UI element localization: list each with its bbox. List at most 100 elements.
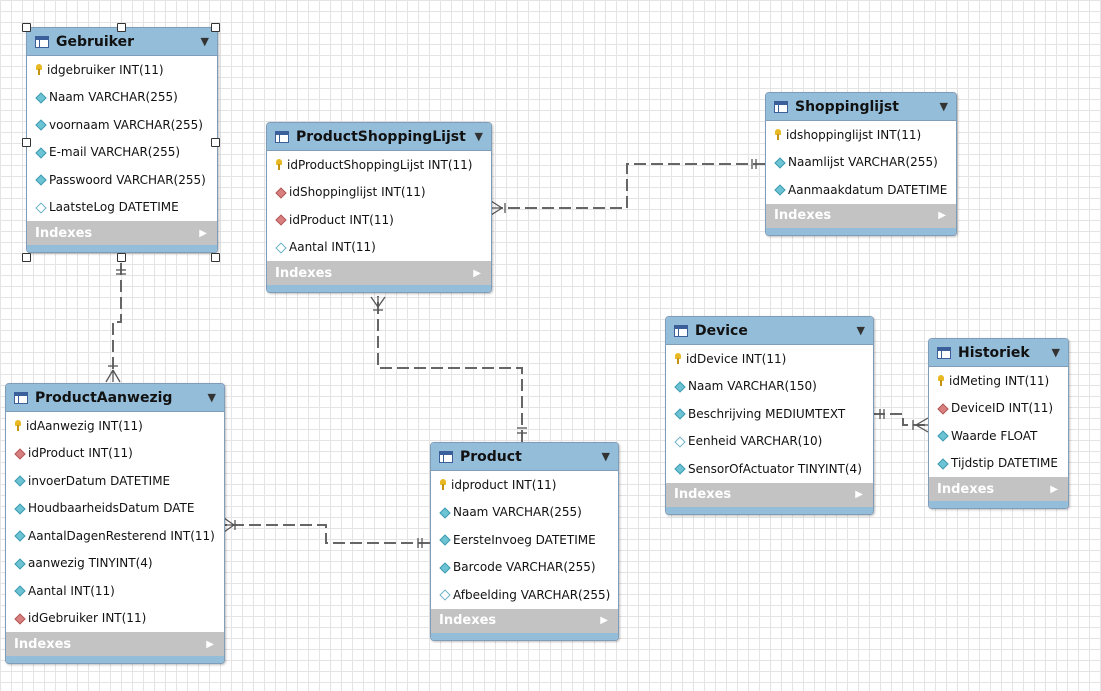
expand-arrow-icon[interactable]: ▶ <box>855 489 863 500</box>
indexes-section[interactable]: Indexes ▶ <box>6 632 224 656</box>
table-header[interactable]: Shoppinglijst ▼ <box>766 93 956 121</box>
table-column[interactable]: idMeting INT(11) <box>929 367 1068 395</box>
collapse-toggle-icon[interactable]: ▼ <box>475 130 483 143</box>
table-column[interactable]: idDevice INT(11) <box>666 345 873 373</box>
table-column[interactable]: Aantal INT(11) <box>6 577 224 605</box>
table-header[interactable]: Gebruiker ▼ <box>27 28 217 56</box>
table-column[interactable]: idProduct INT(11) <box>6 440 224 468</box>
collapse-toggle-icon[interactable]: ▼ <box>201 35 209 48</box>
table-column[interactable]: idproduct INT(11) <box>431 471 618 499</box>
table-column[interactable]: Naam VARCHAR(150) <box>666 373 873 401</box>
collapse-toggle-icon[interactable]: ▼ <box>1052 346 1060 359</box>
table-column[interactable]: EersteInvoeg DATETIME <box>431 526 618 554</box>
relationship-line[interactable] <box>500 163 765 209</box>
table-column[interactable]: voornaam VARCHAR(255) <box>27 111 217 139</box>
resize-handle[interactable] <box>211 23 220 32</box>
table-column[interactable]: LaatsteLog DATETIME <box>27 194 217 222</box>
indexes-label: Indexes <box>14 636 72 652</box>
table-productshoppinglijst[interactable]: ProductShoppingLijst ▼ idProductShoppingLi… <box>266 122 492 293</box>
table-product[interactable]: Product ▼ idproduct INT(11) Naam VARCHAR(25… <box>430 442 619 641</box>
column-label: SensorOfActuator TINYINT(4) <box>688 461 862 476</box>
table-column[interactable]: idgebruiker INT(11) <box>27 56 217 84</box>
expand-arrow-icon[interactable]: ▶ <box>199 228 207 239</box>
table-productaanwezig[interactable]: ProductAanwezig ▼ idAanwezig INT(11) idProd… <box>5 383 225 664</box>
indexes-section[interactable]: Indexes ▶ <box>267 261 491 285</box>
table-header[interactable]: Device ▼ <box>666 317 873 345</box>
table-header[interactable]: ProductShoppingLijst ▼ <box>267 123 491 151</box>
not-null-column-icon <box>674 408 685 419</box>
column-label: idAanwezig INT(11) <box>26 418 143 433</box>
column-label: idgebruiker INT(11) <box>47 62 164 77</box>
resize-handle[interactable] <box>22 253 31 262</box>
collapse-toggle-icon[interactable]: ▼ <box>940 100 948 113</box>
table-column[interactable]: idAanwezig INT(11) <box>6 412 224 440</box>
table-column[interactable]: Aantal INT(11) <box>267 234 491 262</box>
table-column[interactable]: idshoppinglijst INT(11) <box>766 121 956 149</box>
table-column[interactable]: invoerDatum DATETIME <box>6 467 224 495</box>
collapse-toggle-icon[interactable]: ▼ <box>602 450 610 463</box>
table-column[interactable]: HoudbaarheidsDatum DATE <box>6 495 224 523</box>
table-column[interactable]: Naam VARCHAR(255) <box>27 84 217 112</box>
table-header[interactable]: ProductAanwezig ▼ <box>6 384 224 412</box>
table-column[interactable]: idShoppinglijst INT(11) <box>267 179 491 207</box>
expand-arrow-icon[interactable]: ▶ <box>473 268 481 279</box>
nullable-column-icon <box>275 242 286 253</box>
indexes-section[interactable]: Indexes ▶ <box>431 608 618 633</box>
resize-handle[interactable] <box>211 253 220 262</box>
column-label: Barcode VARCHAR(255) <box>453 560 596 575</box>
table-column[interactable]: Passwoord VARCHAR(255) <box>27 166 217 194</box>
relationship-line[interactable] <box>377 296 523 442</box>
table-icon <box>937 346 951 359</box>
table-column[interactable]: SensorOfActuator TINYINT(4) <box>666 455 873 483</box>
indexes-section[interactable]: Indexes ▶ <box>27 221 217 245</box>
resize-handle[interactable] <box>22 23 31 32</box>
table-column[interactable]: Aanmaakdatum DATETIME <box>766 176 956 204</box>
table-header[interactable]: Historiek ▼ <box>929 339 1068 367</box>
table-column[interactable]: Tijdstip DATETIME <box>929 450 1068 478</box>
resize-handle[interactable] <box>117 23 126 32</box>
resize-handle[interactable] <box>211 138 220 147</box>
collapse-toggle-icon[interactable]: ▼ <box>857 324 865 337</box>
table-column[interactable]: idProduct INT(11) <box>267 206 491 234</box>
relationship-line[interactable] <box>224 524 430 544</box>
table-column[interactable]: Eenheid VARCHAR(10) <box>666 428 873 456</box>
table-device[interactable]: Device ▼ idDevice INT(11) Naam VARCHAR(150)… <box>665 316 874 515</box>
table-footer <box>27 245 217 252</box>
relationship-line[interactable] <box>112 263 122 372</box>
table-column[interactable]: Beschrijving MEDIUMTEXT <box>666 400 873 428</box>
nullable-column-icon <box>35 202 46 213</box>
not-null-column-icon <box>14 585 25 596</box>
expand-arrow-icon[interactable]: ▶ <box>1050 484 1058 495</box>
column-label: Eenheid VARCHAR(10) <box>688 434 823 449</box>
table-column[interactable]: Waarde FLOAT <box>929 422 1068 450</box>
relationship-line[interactable] <box>873 413 928 426</box>
expand-arrow-icon[interactable]: ▶ <box>206 639 214 650</box>
indexes-section[interactable]: Indexes ▶ <box>766 203 956 228</box>
column-label: aanwezig TINYINT(4) <box>28 556 153 571</box>
table-column[interactable]: AantalDagenResterend INT(11) <box>6 522 224 550</box>
table-column[interactable]: Barcode VARCHAR(255) <box>431 554 618 582</box>
expand-arrow-icon[interactable]: ▶ <box>938 210 946 221</box>
table-column[interactable]: Naamlijst VARCHAR(255) <box>766 149 956 177</box>
primary-key-icon <box>275 159 284 171</box>
table-header[interactable]: Product ▼ <box>431 443 618 471</box>
table-column[interactable]: E-mail VARCHAR(255) <box>27 139 217 167</box>
resize-handle[interactable] <box>117 253 126 262</box>
table-column[interactable]: DeviceID INT(11) <box>929 395 1068 423</box>
table-column[interactable]: aanwezig TINYINT(4) <box>6 550 224 578</box>
table-column[interactable]: Naam VARCHAR(255) <box>431 499 618 527</box>
table-column[interactable]: idGebruiker INT(11) <box>6 605 224 633</box>
table-gebruiker[interactable]: Gebruiker ▼ idgebruiker INT(11) Naam VARCHA… <box>26 27 218 253</box>
table-column[interactable]: Afbeelding VARCHAR(255) <box>431 581 618 609</box>
resize-handle[interactable] <box>22 138 31 147</box>
column-label: invoerDatum DATETIME <box>28 473 171 488</box>
indexes-section[interactable]: Indexes ▶ <box>929 477 1068 501</box>
column-label: Tijdstip DATETIME <box>951 456 1058 471</box>
indexes-section[interactable]: Indexes ▶ <box>666 482 873 507</box>
table-column[interactable]: idProductShoppingLijst INT(11) <box>267 151 491 179</box>
table-historiek[interactable]: Historiek ▼ idMeting INT(11) DeviceID INT(1… <box>928 338 1069 509</box>
collapse-toggle-icon[interactable]: ▼ <box>208 391 216 404</box>
table-shoppinglijst[interactable]: Shoppinglijst ▼ idshoppinglijst INT(11) Naa… <box>765 92 957 236</box>
expand-arrow-icon[interactable]: ▶ <box>600 615 608 626</box>
not-null-column-icon <box>14 503 25 514</box>
